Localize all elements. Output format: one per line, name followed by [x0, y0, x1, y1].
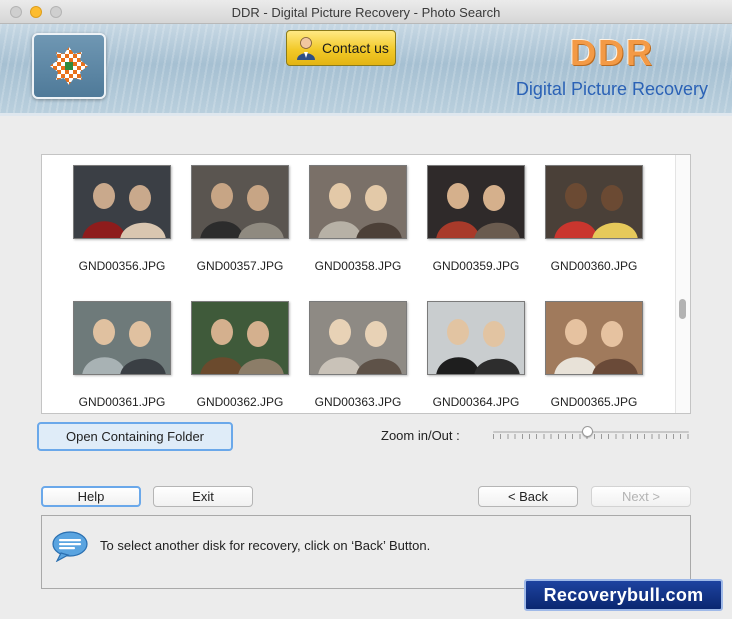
photo-image	[74, 302, 170, 374]
photo-thumbnail[interactable]	[545, 165, 643, 239]
status-message: To select another disk for recovery, cli…	[100, 538, 431, 553]
photo-thumbnail[interactable]	[309, 165, 407, 239]
watermark: Recoverybull.com	[524, 579, 723, 611]
photo-image	[428, 166, 524, 238]
photo-filename: GND00360.JPG	[550, 259, 638, 273]
app-logo	[32, 33, 106, 99]
photo-filename: GND00358.JPG	[314, 259, 402, 273]
app-banner: Contact us DDR Digital Picture Recovery	[0, 24, 732, 116]
open-containing-folder-label: Open Containing Folder	[65, 429, 205, 444]
photo-image	[546, 166, 642, 238]
photo-thumbnail[interactable]	[545, 301, 643, 375]
speech-bubble-icon	[52, 531, 88, 562]
photo-gallery[interactable]: GND00356.JPG GND00357.JPG GND00358.JPG GND0…	[41, 154, 691, 414]
photo-image	[428, 302, 524, 374]
photo-thumbnail[interactable]	[73, 301, 171, 375]
photo-image	[192, 166, 288, 238]
photo-image	[74, 166, 170, 238]
photo-filename: GND00357.JPG	[196, 259, 284, 273]
photo-thumbnail[interactable]	[191, 165, 289, 239]
photo-image	[192, 302, 288, 374]
checkered-flower-icon	[50, 47, 88, 85]
photo-filename: GND00365.JPG	[550, 395, 638, 409]
photo-image	[310, 302, 406, 374]
help-button[interactable]: Help	[41, 486, 141, 507]
window-title: DDR - Digital Picture Recovery - Photo S…	[231, 5, 501, 20]
photo-filename: GND00364.JPG	[432, 395, 520, 409]
photo-filename: GND00361.JPG	[78, 395, 166, 409]
exit-label: Exit	[192, 489, 214, 504]
photo-thumbnail[interactable]	[427, 165, 525, 239]
photo-filename: GND00363.JPG	[314, 395, 402, 409]
gallery-scrollbar[interactable]	[675, 155, 690, 413]
photo-thumbnail[interactable]	[309, 301, 407, 375]
photo-thumbnail[interactable]	[73, 165, 171, 239]
photo-image	[310, 166, 406, 238]
photo-filename: GND00356.JPG	[78, 259, 166, 273]
next-button[interactable]: Next >	[591, 486, 691, 507]
zoom-slider-knob[interactable]	[581, 426, 593, 437]
photo-thumbnail[interactable]	[427, 301, 525, 375]
watermark-text: Recoverybull.com	[543, 584, 704, 605]
contact-us-button[interactable]: Contact us	[286, 30, 396, 66]
photo-filename: GND00359.JPG	[432, 259, 520, 273]
brand-name: DDR	[570, 32, 654, 73]
back-label: < Back	[507, 489, 549, 504]
photo-filename: GND00362.JPG	[196, 395, 284, 409]
exit-button[interactable]: Exit	[153, 486, 253, 507]
help-label: Help	[77, 489, 105, 504]
brand-subtitle: Digital Picture Recovery	[515, 79, 708, 99]
open-containing-folder-button[interactable]: Open Containing Folder	[37, 422, 233, 451]
back-button[interactable]: < Back	[478, 486, 578, 507]
person-icon	[297, 37, 315, 60]
contact-us-label: Contact us	[322, 40, 389, 56]
gallery-scrollbar-thumb[interactable]	[679, 299, 686, 319]
next-label: Next >	[622, 489, 660, 504]
photo-thumbnail[interactable]	[191, 301, 289, 375]
zoom-label: Zoom in/Out :	[381, 428, 460, 443]
photo-image	[546, 302, 642, 374]
title-bar: DDR - Digital Picture Recovery - Photo S…	[0, 0, 732, 24]
